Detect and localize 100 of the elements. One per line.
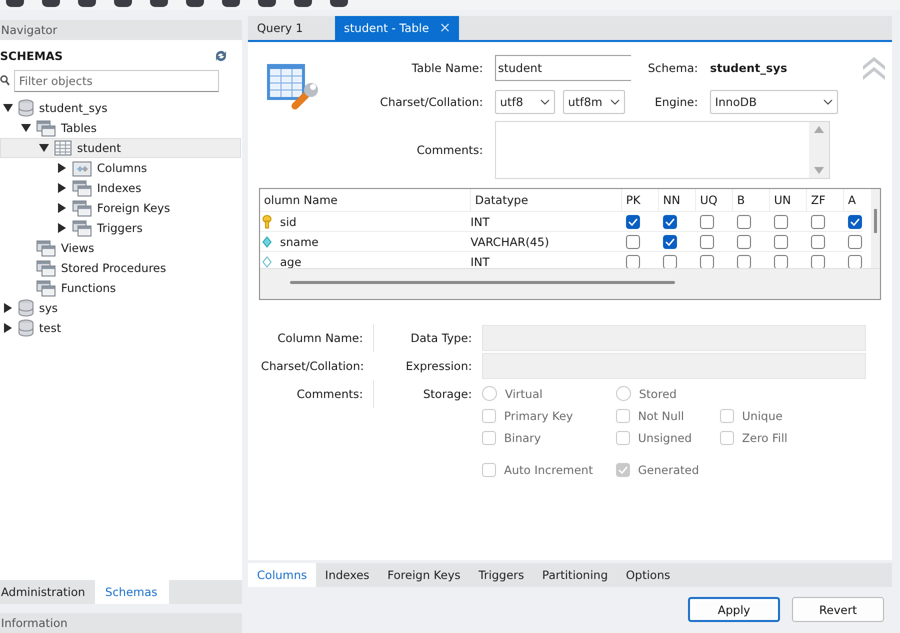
caret-icon[interactable] [610, 99, 620, 105]
radio-label: Virtual [505, 386, 543, 400]
tree-item[interactable]: sys [0, 298, 241, 318]
tab[interactable]: student - Table × [334, 16, 459, 40]
tab[interactable]: Administration [0, 580, 96, 604]
checkbox[interactable] [736, 254, 750, 269]
checkbox[interactable] [848, 254, 862, 269]
tree-item[interactable]: student_sys [0, 98, 241, 118]
collation-dropdown[interactable]: utf8m [563, 90, 625, 114]
checkbox[interactable] [626, 254, 640, 269]
panel-title: Information [1, 616, 68, 630]
tree-item[interactable]: Tables [0, 118, 241, 138]
expand-arrow-icon[interactable] [57, 183, 67, 193]
tree-item[interactable]: student [0, 138, 241, 158]
table-icon [54, 140, 72, 156]
checkbox[interactable] [774, 234, 788, 249]
table-name-field[interactable]: student [495, 55, 631, 81]
checkbox[interactable] [662, 214, 676, 229]
data-type-field[interactable] [482, 325, 866, 351]
tree-item[interactable]: test [0, 318, 241, 338]
tab[interactable]: Columns [248, 563, 316, 587]
refresh-icon[interactable] [214, 50, 228, 62]
field-label: Data Type: [410, 330, 473, 347]
expand-arrow-icon[interactable] [39, 143, 49, 153]
engine-dropdown[interactable]: InnoDB [710, 90, 838, 114]
checkbox[interactable] [700, 234, 714, 249]
checkbox-label: Unique [742, 409, 783, 423]
field-label: Schema: [646, 61, 699, 75]
column-header[interactable]: B [732, 189, 770, 212]
column-header[interactable]: UQ [696, 189, 732, 212]
tab[interactable]: Indexes [316, 563, 378, 587]
scrollbar[interactable] [871, 189, 880, 269]
column-header[interactable]: olumn Name [260, 189, 470, 212]
expand-arrow-icon[interactable] [21, 123, 31, 133]
column-header[interactable]: NN [658, 189, 696, 212]
expression-field[interactable] [482, 353, 866, 379]
close-icon[interactable]: × [439, 20, 451, 36]
tree-item[interactable]: Indexes [0, 178, 241, 198]
checkbox-label: Binary [504, 431, 541, 445]
checkbox[interactable] [774, 254, 788, 269]
checkbox-label: Zero Fill [742, 431, 788, 445]
checkbox[interactable] [700, 254, 714, 269]
checkbox[interactable] [662, 234, 676, 249]
checkbox[interactable] [774, 214, 788, 229]
column-header[interactable]: UN [770, 189, 806, 212]
window-stack-icon [72, 200, 92, 216]
tab[interactable]: Foreign Keys [378, 563, 470, 587]
checkbox[interactable] [736, 234, 750, 249]
filter-field[interactable]: Filter objects [14, 70, 219, 92]
checkbox[interactable] [700, 214, 714, 229]
checkbox[interactable] [810, 214, 824, 229]
caret-icon[interactable] [823, 99, 833, 105]
expand-arrow-icon[interactable] [3, 323, 13, 333]
expand-arrow-icon[interactable] [57, 223, 67, 233]
checkbox[interactable] [662, 254, 676, 269]
revert-button[interactable]: Revert [792, 597, 884, 622]
expand-arrow-icon[interactable] [57, 163, 67, 173]
tab[interactable]: Query 1 [248, 16, 335, 40]
tab[interactable]: Triggers [470, 563, 534, 587]
tree-item[interactable]: Triggers [0, 218, 241, 238]
expand-arrow-icon[interactable] [3, 103, 13, 113]
scrollbar[interactable] [260, 268, 880, 299]
tab[interactable]: Partitioning [533, 563, 617, 587]
checkbox[interactable] [810, 234, 824, 249]
tree-item[interactable]: Stored Procedures [0, 258, 241, 278]
checkbox-label: Unsigned [638, 431, 692, 445]
column-header[interactable]: Datatype [470, 189, 622, 212]
field-label: Table Name: [410, 61, 484, 75]
checkbox-label: Generated [638, 463, 700, 477]
column-header[interactable]: PK [622, 189, 658, 212]
checkbox[interactable] [626, 234, 640, 249]
tree-item[interactable]: Foreign Keys [0, 198, 241, 218]
tab[interactable]: Options [616, 563, 680, 587]
column-header[interactable]: A [844, 189, 862, 212]
checkbox[interactable] [736, 214, 750, 229]
table-cell: sname [280, 234, 319, 248]
tree-item[interactable]: Functions [0, 278, 241, 298]
checkbox[interactable] [848, 214, 862, 229]
apply-button[interactable]: Apply [688, 597, 780, 622]
checkbox[interactable] [848, 234, 862, 249]
checkbox[interactable] [626, 214, 640, 229]
field-label: Engine: [654, 95, 699, 109]
window-stack-icon [36, 240, 56, 256]
tree-item[interactable]: Columns [0, 158, 241, 178]
field-label: Storage: [422, 386, 473, 403]
radio-label: Stored [639, 386, 677, 400]
tab[interactable]: Schemas [95, 580, 170, 604]
columns-folder-icon [72, 160, 92, 176]
tree-item[interactable]: Views [0, 238, 241, 258]
column-header[interactable]: ZF [806, 189, 844, 212]
checkbox[interactable] [810, 254, 824, 269]
charset-dropdown[interactable]: utf8 [495, 90, 555, 114]
key-icon [262, 214, 272, 228]
caret-icon[interactable] [540, 99, 550, 105]
expand-arrow-icon[interactable] [3, 303, 13, 313]
field-label: Expression: [404, 358, 473, 375]
window-stack-icon [36, 120, 56, 136]
field-label: Charset/Collation: [260, 358, 365, 375]
table-cell: age [280, 254, 302, 268]
expand-arrow-icon[interactable] [57, 203, 67, 213]
